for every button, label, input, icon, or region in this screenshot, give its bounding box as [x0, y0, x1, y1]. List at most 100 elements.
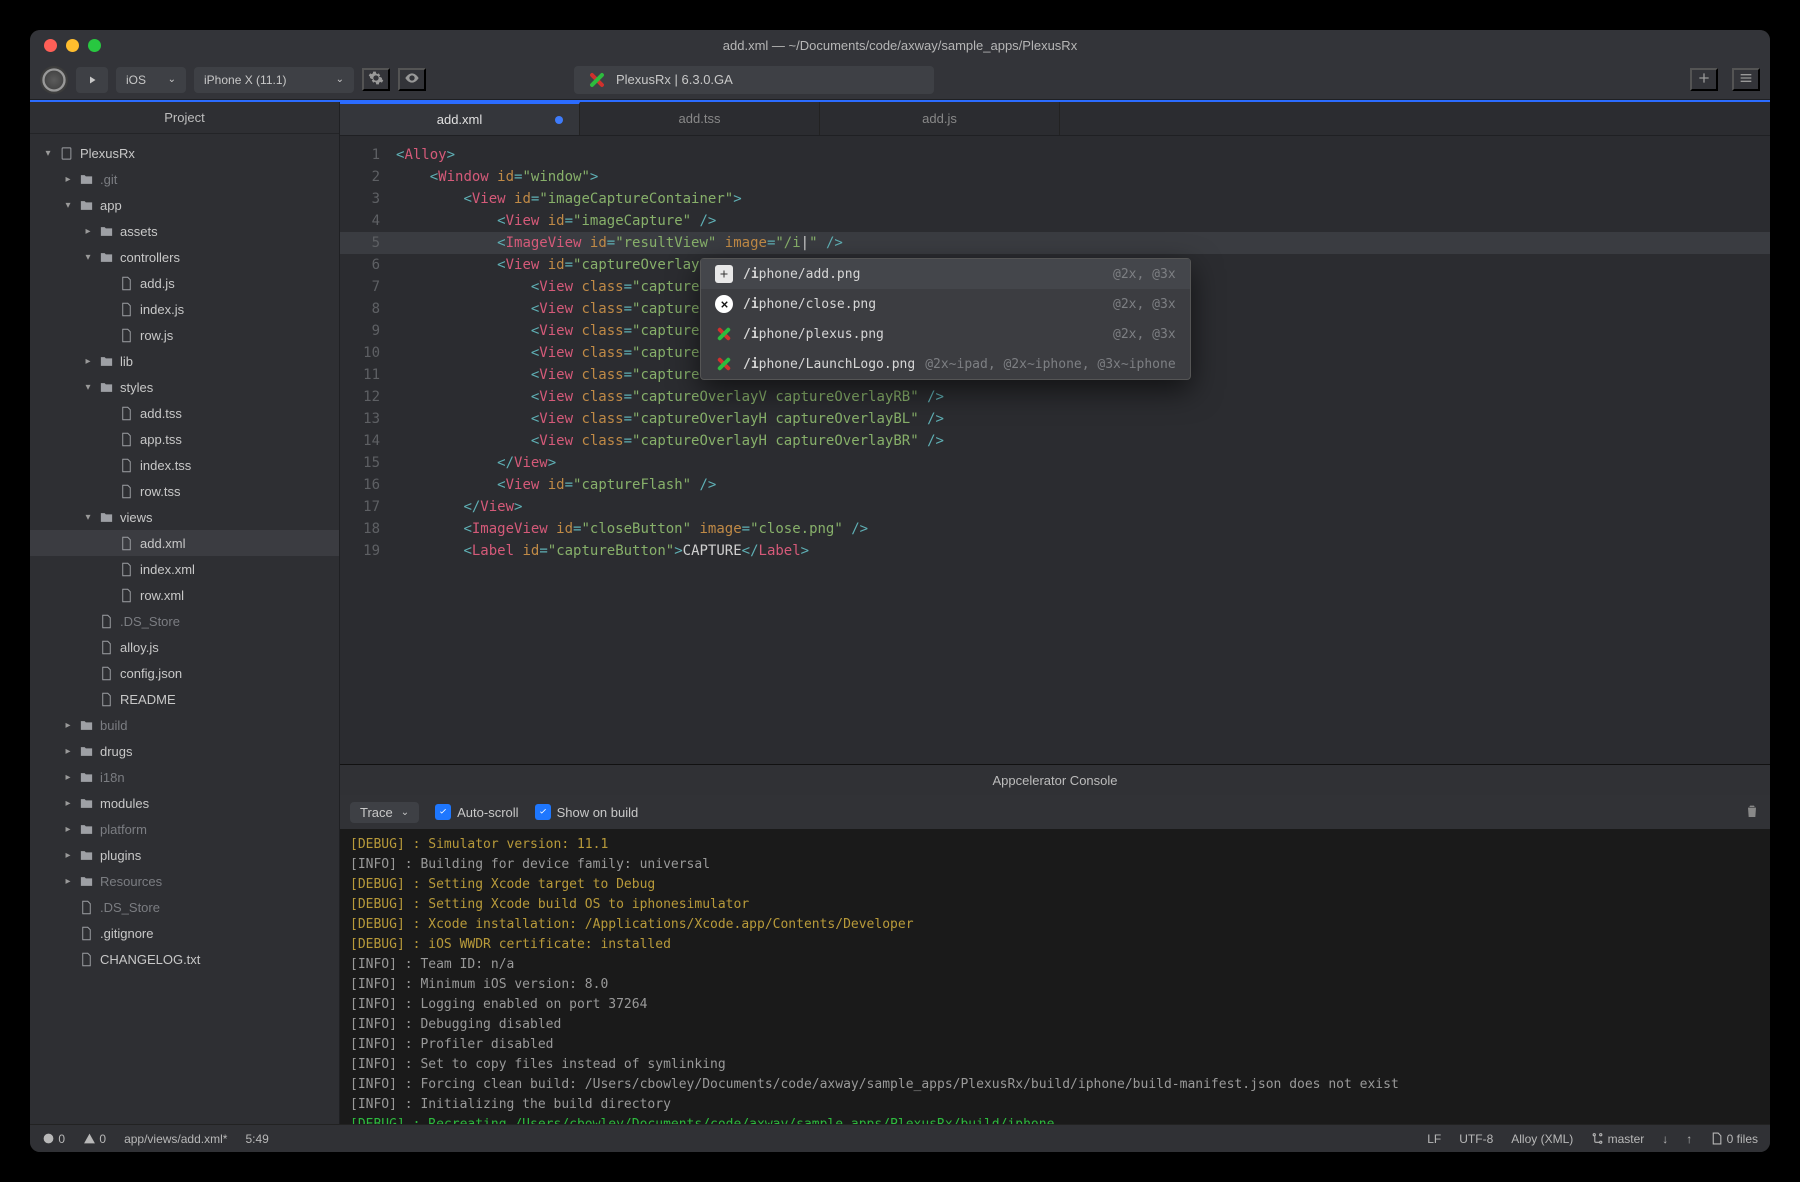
- autocomplete-popup[interactable]: /iphone/add.png@2x, @3x/iphone/close.png…: [700, 258, 1191, 380]
- toolbar: iOS ⌄ iPhone X (11.1) ⌄ PlexusRx | 6.3.0…: [30, 60, 1770, 100]
- tree-item[interactable]: row.tss: [30, 478, 339, 504]
- tree-item[interactable]: ▸plugins: [30, 842, 339, 868]
- autocomplete-item[interactable]: /iphone/LaunchLogo.png@2x~ipad, @2x~ipho…: [701, 349, 1190, 379]
- console-line: [DEBUG] : Setting Xcode build OS to ipho…: [350, 895, 1760, 915]
- tree-item[interactable]: .DS_Store: [30, 608, 339, 634]
- autocomplete-item[interactable]: /iphone/plexus.png@2x, @3x: [701, 319, 1190, 349]
- disclosure-icon[interactable]: ▸: [84, 226, 92, 237]
- status-git-branch[interactable]: master: [1591, 1132, 1644, 1146]
- status-line-ending[interactable]: LF: [1427, 1132, 1441, 1146]
- console-line: [INFO] : Logging enabled on port 37264: [350, 995, 1760, 1015]
- tree-item[interactable]: ▸build: [30, 712, 339, 738]
- tree-item[interactable]: ▸platform: [30, 816, 339, 842]
- status-encoding[interactable]: UTF-8: [1459, 1132, 1493, 1146]
- tree-item-label: i18n: [100, 770, 125, 785]
- editor-tab[interactable]: add.tss: [580, 102, 820, 135]
- window-zoom-icon[interactable]: [88, 39, 101, 52]
- run-button[interactable]: [76, 67, 108, 93]
- app-info-pill[interactable]: PlexusRx | 6.3.0.GA: [574, 66, 934, 94]
- disclosure-icon[interactable]: ▾: [84, 252, 92, 263]
- editor-tab[interactable]: add.xml: [340, 102, 580, 135]
- tree-item[interactable]: ▾PlexusRx: [30, 140, 339, 166]
- status-files-badge[interactable]: 0 files: [1710, 1132, 1758, 1146]
- tree-item[interactable]: app.tss: [30, 426, 339, 452]
- file-icon: [118, 587, 134, 603]
- disclosure-icon[interactable]: ▸: [64, 174, 72, 185]
- preview-button[interactable]: [398, 68, 426, 91]
- window-minimize-icon[interactable]: [66, 39, 79, 52]
- disclosure-icon[interactable]: ▾: [84, 382, 92, 393]
- autoscroll-checkbox[interactable]: Auto-scroll: [435, 804, 518, 820]
- folder-icon: [98, 509, 114, 525]
- menu-button[interactable]: [1732, 68, 1760, 91]
- folder-icon: [78, 171, 94, 187]
- console-line: [INFO] : Minimum iOS version: 8.0: [350, 975, 1760, 995]
- app-info-label: PlexusRx | 6.3.0.GA: [616, 72, 733, 87]
- tree-item[interactable]: ▸ i18n: [30, 764, 339, 790]
- disclosure-icon[interactable]: ▸: [64, 746, 72, 757]
- tree-item-label: index.js: [140, 302, 184, 317]
- tree-item[interactable]: CHANGELOG.txt: [30, 946, 339, 972]
- device-select[interactable]: iPhone X (11.1) ⌄: [194, 67, 354, 93]
- clear-console-button[interactable]: [1744, 803, 1760, 822]
- tree-item[interactable]: ▸modules: [30, 790, 339, 816]
- tree-item[interactable]: add.xml: [30, 530, 339, 556]
- tree-item[interactable]: add.js: [30, 270, 339, 296]
- tree-item[interactable]: README: [30, 686, 339, 712]
- log-level-select[interactable]: Trace ⌄: [350, 802, 419, 823]
- tree-item-label: lib: [120, 354, 133, 369]
- disclosure-icon[interactable]: ▸: [64, 772, 72, 783]
- tree-item[interactable]: config.json: [30, 660, 339, 686]
- tree-item[interactable]: add.tss: [30, 400, 339, 426]
- showonbuild-checkbox[interactable]: Show on build: [535, 804, 639, 820]
- tree-item[interactable]: .DS_Store: [30, 894, 339, 920]
- file-icon: [78, 951, 94, 967]
- autocomplete-item[interactable]: /iphone/close.png@2x, @3x: [701, 289, 1190, 319]
- app-logo-icon: [40, 66, 68, 94]
- tree-item[interactable]: ▸Resources: [30, 868, 339, 894]
- tree-item[interactable]: .gitignore: [30, 920, 339, 946]
- disclosure-icon[interactable]: ▸: [64, 850, 72, 861]
- add-button[interactable]: [1690, 68, 1718, 91]
- disclosure-icon[interactable]: ▸: [64, 824, 72, 835]
- disclosure-icon[interactable]: ▾: [64, 200, 72, 211]
- platform-select[interactable]: iOS ⌄: [116, 67, 186, 93]
- code-editor[interactable]: 12345678910111213141516171819 <Alloy> <W…: [340, 136, 1770, 764]
- status-cursor[interactable]: 5:49: [245, 1132, 268, 1146]
- settings-button[interactable]: [362, 68, 390, 91]
- tree-item[interactable]: ▸drugs: [30, 738, 339, 764]
- disclosure-icon[interactable]: ▾: [84, 512, 92, 523]
- tree-item[interactable]: index.js: [30, 296, 339, 322]
- tree-item[interactable]: row.js: [30, 322, 339, 348]
- file-icon: [98, 691, 114, 707]
- tree-item[interactable]: ▾controllers: [30, 244, 339, 270]
- status-grammar[interactable]: Alloy (XML): [1511, 1132, 1573, 1146]
- tree-item[interactable]: ▸ lib: [30, 348, 339, 374]
- window-close-icon[interactable]: [44, 39, 57, 52]
- autocomplete-hint: @2x, @3x: [1113, 267, 1176, 282]
- error-count[interactable]: 0: [42, 1132, 65, 1146]
- warning-count[interactable]: 0: [83, 1132, 106, 1146]
- tree-item[interactable]: row.xml: [30, 582, 339, 608]
- console-output[interactable]: [DEBUG] : Simulator version: 11.1[INFO] …: [340, 829, 1770, 1124]
- git-pull-icon[interactable]: ↑: [1686, 1132, 1692, 1146]
- disclosure-icon[interactable]: ▸: [84, 356, 92, 367]
- status-file-path[interactable]: app/views/add.xml*: [124, 1132, 227, 1146]
- autocomplete-hint: @2x, @3x: [1113, 327, 1176, 342]
- tree-item[interactable]: ▾app: [30, 192, 339, 218]
- tree-item[interactable]: ▾views: [30, 504, 339, 530]
- disclosure-icon[interactable]: ▾: [44, 148, 52, 159]
- tree-item[interactable]: ▸assets: [30, 218, 339, 244]
- editor-tab[interactable]: add.js: [820, 102, 1060, 135]
- autocomplete-item[interactable]: /iphone/add.png@2x, @3x: [701, 259, 1190, 289]
- tree-item[interactable]: alloy.js: [30, 634, 339, 660]
- console-line: [INFO] : Debugging disabled: [350, 1015, 1760, 1035]
- disclosure-icon[interactable]: ▸: [64, 720, 72, 731]
- disclosure-icon[interactable]: ▸: [64, 876, 72, 887]
- tree-item[interactable]: index.tss: [30, 452, 339, 478]
- tree-item[interactable]: index.xml: [30, 556, 339, 582]
- disclosure-icon[interactable]: ▸: [64, 798, 72, 809]
- tree-item[interactable]: ▾styles: [30, 374, 339, 400]
- git-push-icon[interactable]: ↓: [1662, 1132, 1668, 1146]
- tree-item[interactable]: ▸.git: [30, 166, 339, 192]
